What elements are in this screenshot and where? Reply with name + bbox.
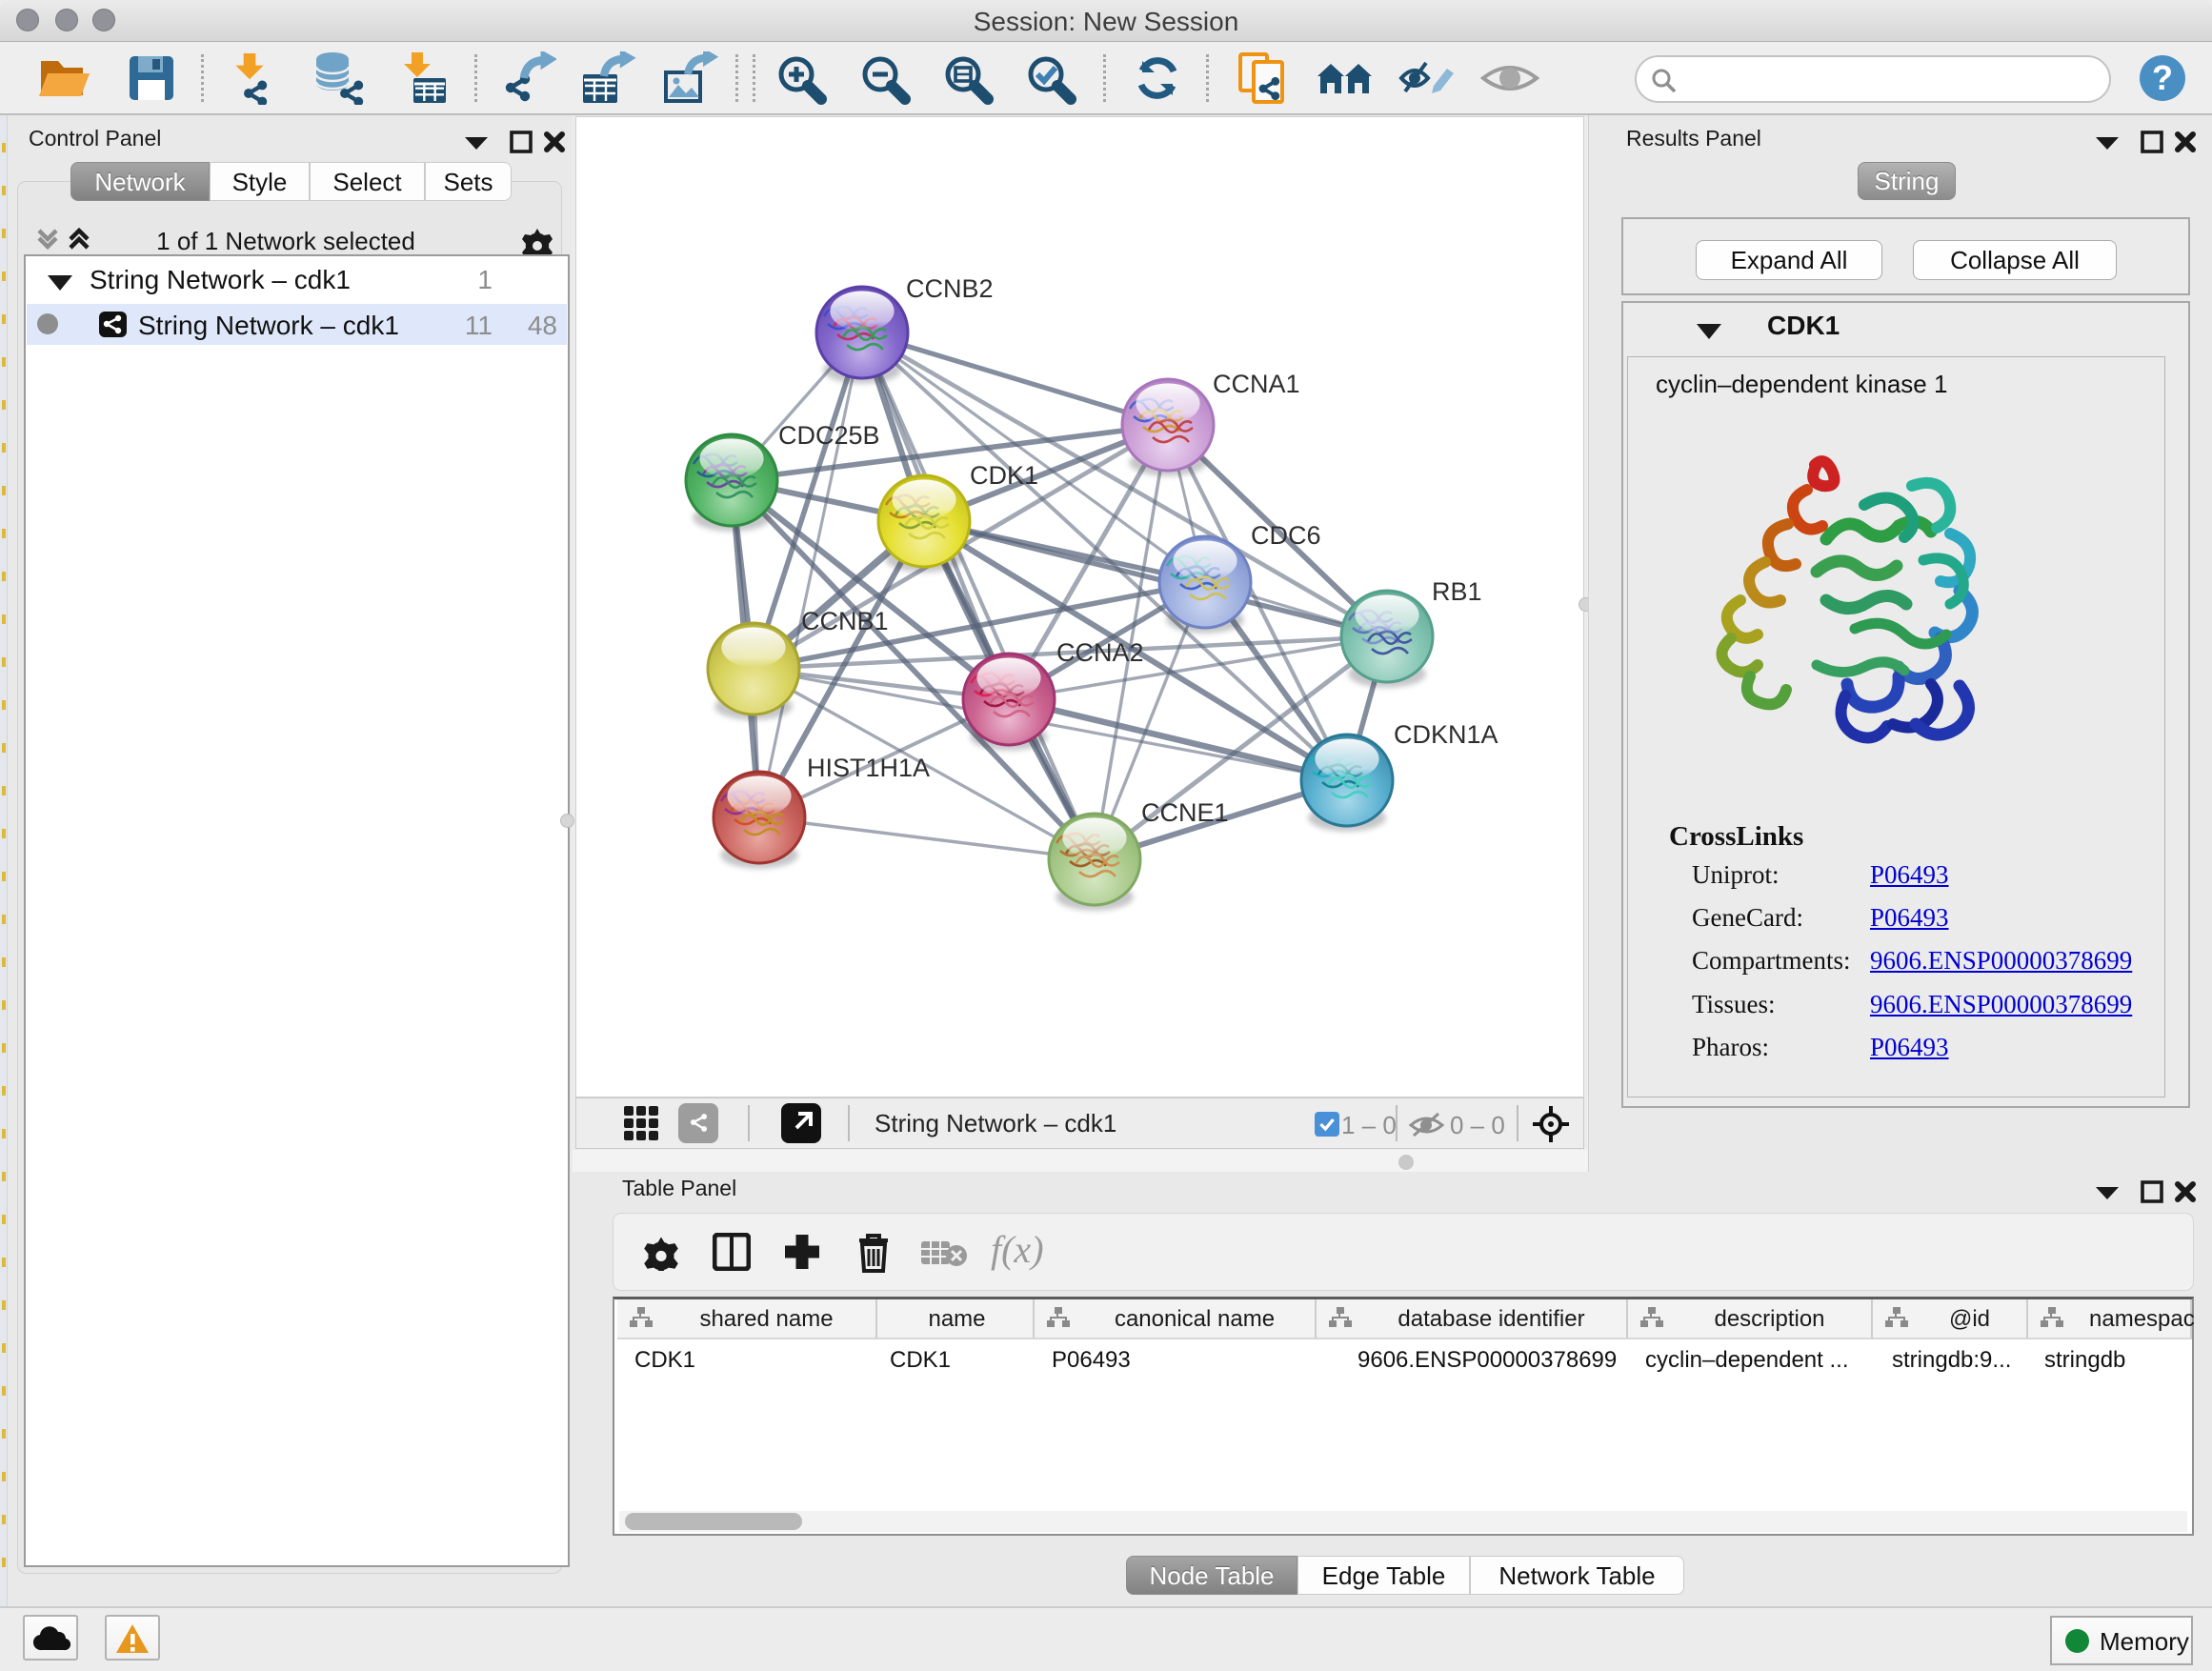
svg-text:RB1: RB1 <box>1432 577 1482 606</box>
svg-text:?: ? <box>2152 58 2173 97</box>
svg-text:CCNA2: CCNA2 <box>1056 638 1144 667</box>
svg-text:CDKN1A: CDKN1A <box>1394 720 1498 749</box>
svg-text:CDC25B: CDC25B <box>778 421 880 450</box>
svg-text:CDK1: CDK1 <box>970 461 1038 490</box>
svg-text:CCNB1: CCNB1 <box>801 607 889 635</box>
svg-text:CCNE1: CCNE1 <box>1141 798 1229 827</box>
svg-text:CCNA1: CCNA1 <box>1213 370 1300 398</box>
svg-text:CCNB2: CCNB2 <box>906 274 994 303</box>
svg-text:HIST1H1A: HIST1H1A <box>807 754 930 782</box>
svg-text:CDC6: CDC6 <box>1251 521 1321 550</box>
